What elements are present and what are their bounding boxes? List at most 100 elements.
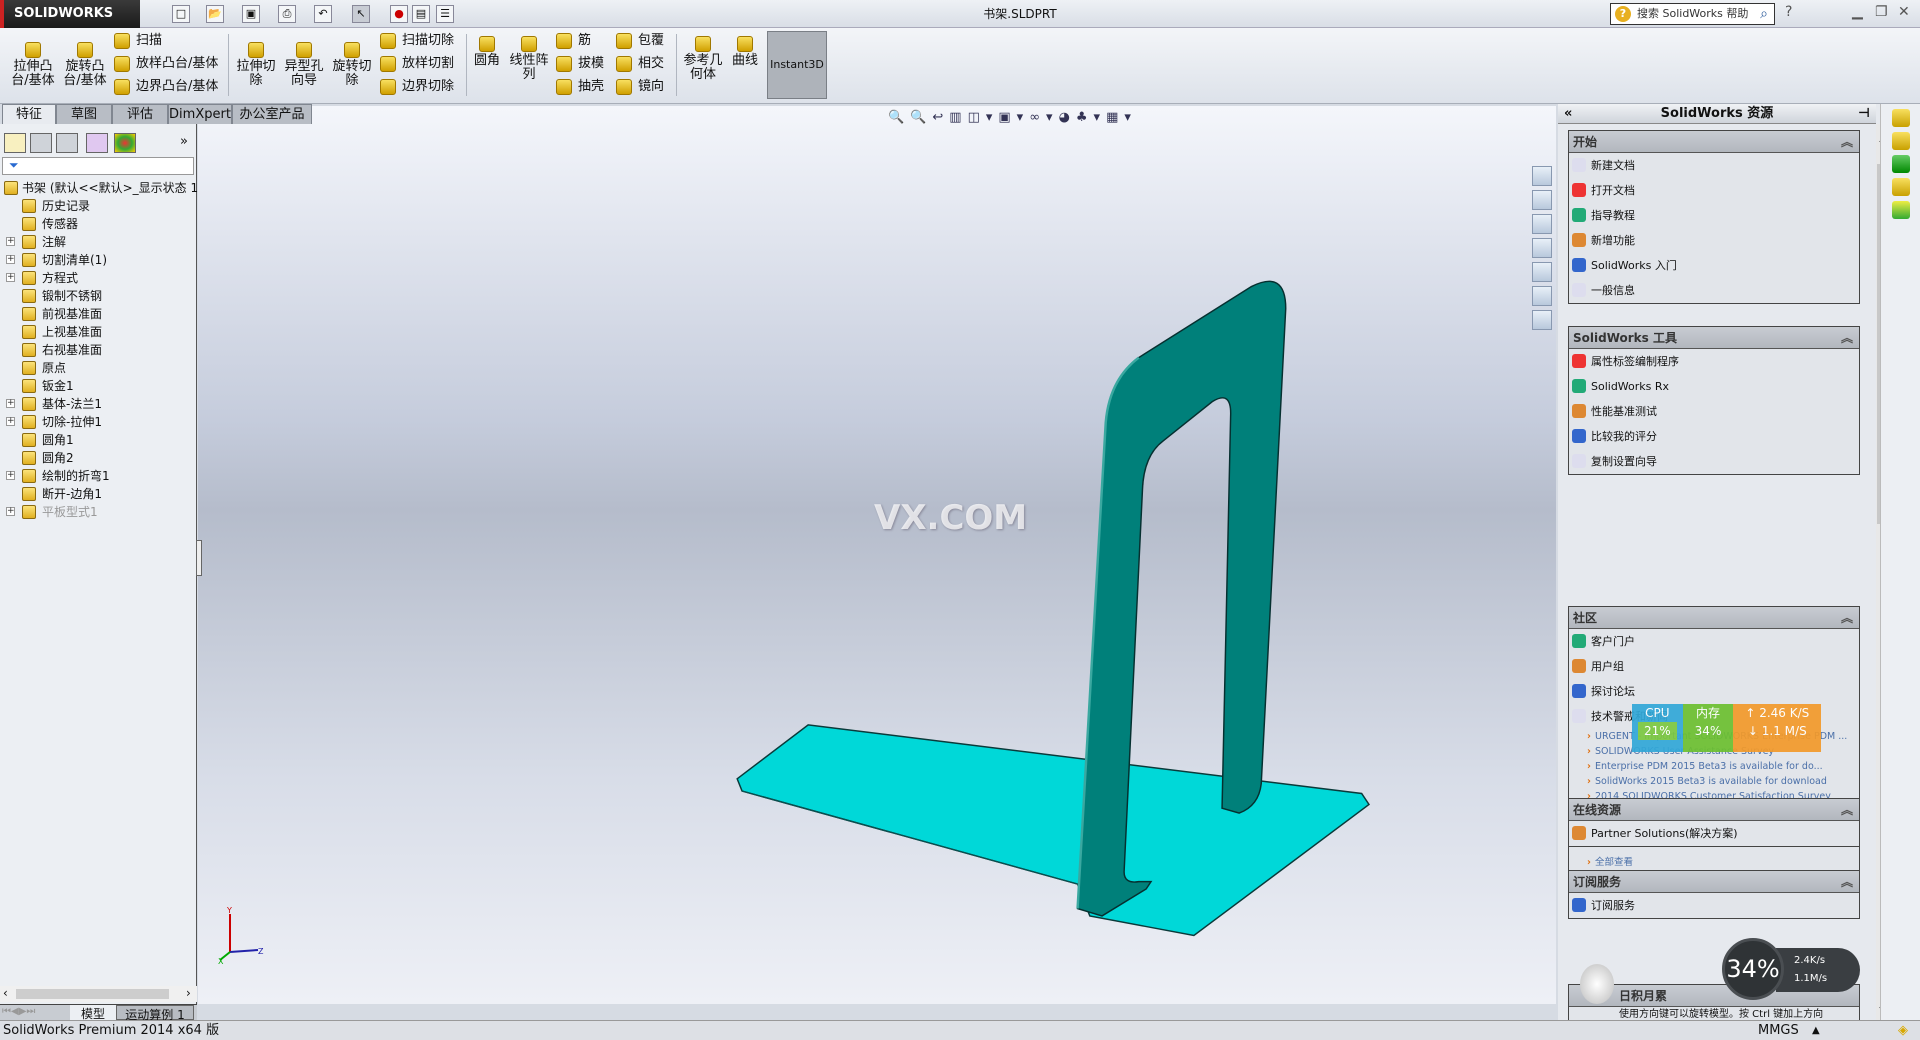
minimize-icon[interactable]: ▁ (1852, 4, 1863, 20)
graphics-viewport[interactable]: 🔍🔍↩▥◫▾▣▾∞▾◕♣▾▦▾ VX.COM Y Z X (196, 106, 1556, 1004)
home-icon[interactable] (1532, 190, 1552, 210)
tab-evaluate[interactable]: 评估 (112, 104, 168, 124)
tab-model[interactable]: 模型 (70, 1005, 116, 1021)
revolved-boss-button[interactable]: 旋转凸台/基体 (60, 42, 110, 88)
close-icon[interactable]: ✕ (1898, 4, 1910, 20)
resource-link[interactable]: SolidWorks Rx (1569, 374, 1859, 399)
curves-button[interactable]: 曲线 (728, 36, 762, 68)
tab-features[interactable]: 特征 (2, 104, 56, 124)
resource-link[interactable]: 性能基准测试 (1569, 399, 1859, 424)
print-icon[interactable]: ⎙ (278, 5, 296, 23)
resource-link[interactable]: 探讨论坛 (1569, 679, 1859, 704)
search-results-icon[interactable] (1532, 262, 1552, 282)
draft-button[interactable]: 拔模 (556, 55, 604, 75)
instant3d-button[interactable]: Instant3D (767, 31, 827, 99)
configuration-manager-tab-icon[interactable] (56, 133, 78, 153)
boundary-cut-button[interactable]: 边界切除 (380, 78, 454, 98)
expand-icon[interactable]: + (6, 507, 15, 516)
file-properties-icon[interactable]: ▤ (412, 5, 430, 23)
select-icon[interactable]: ↖ (352, 5, 370, 23)
boundary-boss-button[interactable]: 边界凸台/基体 (114, 78, 218, 98)
loft-button[interactable]: 放样凸台/基体 (114, 55, 218, 75)
feature-tree-tab-icon[interactable] (4, 133, 26, 153)
resource-link[interactable]: 复制设置向导 (1569, 449, 1859, 474)
view-palette-icon[interactable] (1532, 166, 1552, 186)
view-all-link[interactable]: 全部查看 (1569, 855, 1859, 870)
property-manager-tab-icon[interactable] (30, 133, 52, 153)
resource-link[interactable]: 一般信息 (1569, 278, 1859, 303)
collapse-section-icon[interactable]: ︽ (1841, 607, 1853, 629)
fillet-button[interactable]: 圆角 (470, 36, 504, 68)
horizontal-scrollbar[interactable]: ‹ › (0, 986, 197, 1002)
expand-icon[interactable]: + (6, 255, 15, 264)
expand-icon[interactable]: + (6, 237, 15, 246)
view-palette-tab-icon[interactable] (1891, 178, 1910, 196)
design-library-icon[interactable] (1532, 214, 1552, 234)
resource-link[interactable]: 订阅服务 (1569, 893, 1859, 918)
resource-link[interactable]: 客户门户 (1569, 629, 1859, 654)
scroll-thumb[interactable] (16, 989, 169, 999)
resource-link[interactable]: 新建文档 (1569, 153, 1859, 178)
collapse-section-icon[interactable]: ︽ (1841, 871, 1853, 893)
expand-icon[interactable]: + (6, 471, 15, 480)
rebuild-icon[interactable]: ● (390, 5, 408, 23)
design-library-tab-icon[interactable] (1891, 132, 1910, 150)
undo-icon[interactable]: ↶ (314, 5, 332, 23)
unit-system[interactable]: MMGS (1758, 1021, 1799, 1040)
section-header[interactable]: 开始 ︽ (1569, 131, 1859, 153)
panel-collapse-handle[interactable] (196, 540, 202, 576)
tab-office-products[interactable]: 办公室产品 (232, 104, 312, 124)
solidworks-logo[interactable]: SOLIDWORKS (0, 0, 140, 28)
wrap-button[interactable]: 包覆 (616, 32, 664, 52)
lofted-cut-button[interactable]: 放样切割 (380, 55, 454, 75)
new-document-icon[interactable]: □ (172, 5, 190, 23)
dimxpert-tab-icon[interactable] (86, 133, 108, 153)
memory-gauge[interactable]: 34% (1722, 938, 1784, 1000)
tab-dimxpert[interactable]: DimXpert (168, 104, 232, 124)
open-icon[interactable]: 📂 (206, 5, 224, 23)
units-menu-icon[interactable]: ▲ (1812, 1021, 1820, 1040)
news-link[interactable]: SolidWorks 2015 Beta3 is available for d… (1569, 774, 1859, 789)
tab-sketch[interactable]: 草图 (56, 104, 112, 124)
display-manager-tab-icon[interactable] (114, 133, 136, 153)
solidworks-resources-tab-icon[interactable] (1891, 109, 1910, 127)
reference-geometry-button[interactable]: 参考几何体 (680, 36, 726, 82)
resource-link[interactable]: 属性标签编制程序 (1569, 349, 1859, 374)
collapse-section-icon[interactable]: ︽ (1841, 327, 1853, 349)
file-explorer-icon[interactable] (1532, 238, 1552, 258)
intersect-button[interactable]: 相交 (616, 55, 664, 75)
revolved-cut-button[interactable]: 旋转切除 (330, 42, 374, 88)
tag-icon[interactable]: ◈ (1898, 1021, 1908, 1040)
rib-button[interactable]: 筋 (556, 32, 591, 52)
collapse-pane-icon[interactable]: « (1564, 104, 1572, 124)
resource-link[interactable]: 用户组 (1569, 654, 1859, 679)
custom-properties-icon[interactable] (1532, 310, 1552, 330)
collapse-section-icon[interactable]: ︽ (1841, 131, 1853, 153)
scroll-right-icon[interactable]: › (186, 986, 191, 1000)
linear-pattern-button[interactable]: 线性阵列 (506, 36, 552, 82)
section-header[interactable]: 社区 ︽ (1569, 607, 1859, 629)
resource-link[interactable]: SolidWorks 入门 (1569, 253, 1859, 278)
appearances-tab-icon[interactable] (1891, 201, 1910, 219)
news-link[interactable]: Enterprise PDM 2015 Beta3 is available f… (1569, 759, 1859, 774)
collapse-section-icon[interactable]: ︽ (1841, 799, 1853, 821)
appearances-icon[interactable] (1532, 286, 1552, 306)
expand-icon[interactable]: + (6, 417, 15, 426)
shell-button[interactable]: 抽壳 (556, 78, 604, 98)
file-explorer-tab-icon[interactable] (1891, 155, 1910, 173)
section-header[interactable]: SolidWorks 工具 ︽ (1569, 327, 1859, 349)
sweep-button[interactable]: 扫描 (114, 32, 162, 52)
restore-icon[interactable]: ❐ (1875, 4, 1888, 20)
swept-cut-button[interactable]: 扫描切除 (380, 32, 454, 52)
search-icon[interactable]: ⌕ (1760, 4, 1768, 24)
tree-filter-input[interactable]: ⏷ (2, 157, 194, 175)
resource-link[interactable]: 比较我的评分 (1569, 424, 1859, 449)
tab-nav-arrows-icon[interactable]: ⏮◀▶⏭ (2, 1006, 35, 1017)
resource-link[interactable]: Partner Solutions(解决方案) (1569, 821, 1859, 846)
tab-motion-study[interactable]: 运动算例 1 (116, 1005, 194, 1022)
expand-icon[interactable]: + (6, 273, 15, 282)
section-header[interactable]: 订阅服务 ︽ (1569, 871, 1859, 893)
extruded-cut-button[interactable]: 拉伸切除 (234, 42, 278, 88)
help-menu-icon[interactable]: ? (1785, 4, 1792, 20)
resource-link[interactable]: 打开文档 (1569, 178, 1859, 203)
